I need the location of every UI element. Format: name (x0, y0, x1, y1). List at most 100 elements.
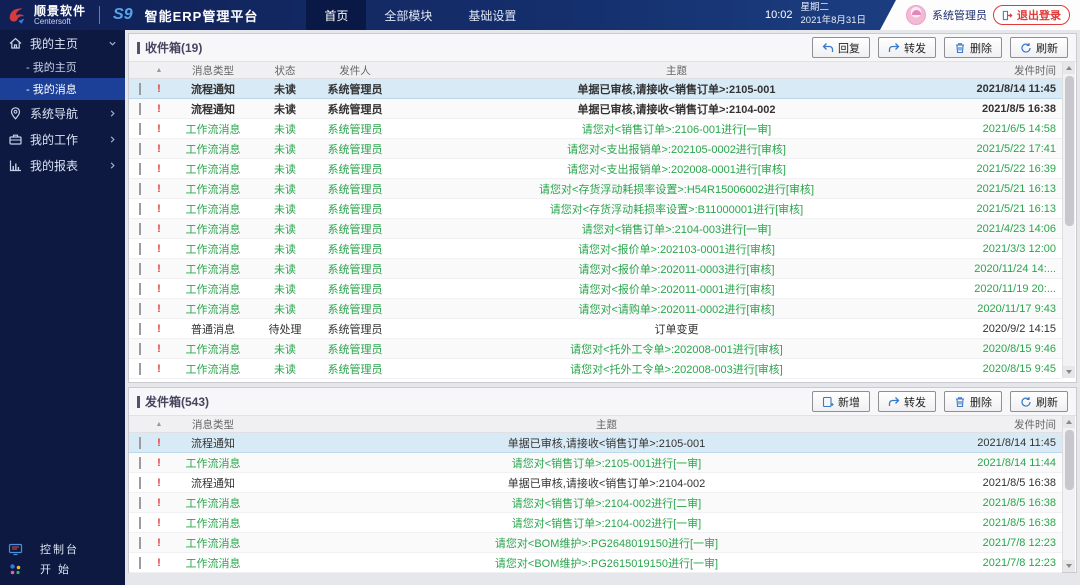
nav-tab-all-modules[interactable]: 全部模块 (366, 0, 450, 30)
priority-column-icon[interactable]: ▲ (151, 67, 167, 74)
row-checkbox[interactable] (139, 243, 141, 255)
message-date: 2021/8/5 16:38 (954, 103, 1062, 115)
scroll-down-arrow[interactable] (1063, 366, 1075, 378)
row-checkbox[interactable] (139, 537, 141, 549)
row-checkbox[interactable] (139, 477, 141, 489)
outbox-scrollbar[interactable] (1062, 416, 1075, 572)
message-date: 2020/9/2 14:15 (954, 323, 1062, 335)
scroll-up-arrow[interactable] (1063, 62, 1075, 74)
column-header-status[interactable]: 状态 (259, 63, 311, 78)
sidebar-subitem-my-messages[interactable]: - 我的消息 (0, 78, 125, 100)
scroll-up-arrow[interactable] (1063, 416, 1075, 428)
row-checkbox[interactable] (139, 517, 141, 529)
logout-icon (1002, 10, 1013, 21)
table-row[interactable]: ! 流程通知 单据已审核,请接收<销售订单>:2104-002 2021/8/5… (129, 473, 1062, 493)
reply-button[interactable]: 回复 (812, 37, 870, 58)
sidebar-item-system-navigation[interactable]: 系统导航 (0, 100, 125, 126)
row-checkbox[interactable] (139, 497, 141, 509)
row-checkbox[interactable] (139, 163, 141, 175)
row-checkbox[interactable] (139, 263, 141, 275)
table-row[interactable]: ! 工作流消息 未读 系统管理员 请您对<存货浮动耗损率设置>:H54R1500… (129, 179, 1062, 199)
message-sender: 系统管理员 (311, 121, 399, 137)
column-header-type[interactable]: 消息类型 (167, 63, 259, 78)
brand-name: 顺景软件 (34, 5, 86, 17)
table-row[interactable]: ! 工作流消息 未读 系统管理员 请您对<销售订单>:2106-001进行[一审… (129, 119, 1062, 139)
row-checkbox[interactable] (139, 303, 141, 315)
table-row[interactable]: ! 工作流消息 未读 系统管理员 请您对<销售订单>:2104-003进行[一审… (129, 219, 1062, 239)
nav-tab-home[interactable]: 首页 (306, 0, 366, 30)
row-checkbox[interactable] (139, 223, 141, 235)
table-row[interactable]: ! 工作流消息 未读 系统管理员 请您对<支出报销单>:202105-0002进… (129, 139, 1062, 159)
sidebar-subitem-my-home[interactable]: - 我的主页 (0, 56, 125, 78)
scroll-down-arrow[interactable] (1063, 560, 1075, 572)
refresh-button[interactable]: 刷新 (1010, 37, 1068, 58)
row-checkbox[interactable] (139, 183, 141, 195)
inbox-scrollbar[interactable] (1062, 62, 1075, 378)
delete-button[interactable]: 删除 (944, 37, 1002, 58)
table-row[interactable]: ! 流程通知 未读 系统管理员 单据已审核,请接收<销售订单>:2105-001… (129, 79, 1062, 99)
new-button[interactable]: 新增 (812, 391, 870, 412)
row-checkbox[interactable] (139, 283, 141, 295)
product-title: 智能ERP管理平台 (145, 6, 259, 25)
table-row[interactable]: ! 工作流消息 请您对<销售订单>:2105-001进行[一审] 2021/8/… (129, 453, 1062, 473)
row-checkbox[interactable] (139, 343, 141, 355)
table-row[interactable]: ! 工作流消息 请您对<BOM维护>:PG2648019150进行[一审] 20… (129, 533, 1062, 553)
table-row[interactable]: ! 工作流消息 未读 系统管理员 请您对<支出报销单>:202008-0001进… (129, 159, 1062, 179)
table-row[interactable]: ! 工作流消息 未读 系统管理员 请您对<请购单>:202011-0002进行[… (129, 299, 1062, 319)
row-checkbox[interactable] (139, 457, 141, 469)
column-header-subject[interactable]: 主题 (399, 63, 954, 78)
table-row[interactable]: ! 普通消息 待处理 系统管理员 订单变更 2020/9/2 14:15 (129, 319, 1062, 339)
message-status: 未读 (259, 141, 311, 157)
table-row[interactable]: ! 流程通知 单据已审核,请接收<销售订单>:2105-001 2021/8/1… (129, 433, 1062, 453)
logout-button[interactable]: 退出登录 (993, 5, 1070, 25)
start-button[interactable]: 开 始 (0, 559, 125, 579)
table-row[interactable]: ! 工作流消息 未读 系统管理员 请您对<托外工令单>:202008-003进行… (129, 359, 1062, 379)
priority-flag-icon: ! (151, 363, 167, 375)
scroll-thumb[interactable] (1065, 430, 1074, 490)
refresh-button[interactable]: 刷新 (1010, 391, 1068, 412)
table-row[interactable]: ! 工作流消息 未读 系统管理员 请您对<报价单>:202103-0001进行[… (129, 239, 1062, 259)
column-header-date[interactable]: 发件时间 (954, 63, 1062, 78)
row-checkbox[interactable] (139, 323, 141, 335)
sidebar-item-my-reports[interactable]: 我的报表 (0, 152, 125, 178)
nav-tab-basic-settings[interactable]: 基础设置 (450, 0, 534, 30)
column-header-subject[interactable]: 主题 (259, 417, 954, 432)
row-checkbox[interactable] (139, 557, 141, 569)
priority-flag-icon: ! (151, 263, 167, 275)
priority-column-icon[interactable]: ▲ (151, 421, 167, 428)
forward-button[interactable]: 转发 (878, 391, 936, 412)
message-subject: 请您对<BOM维护>:PG2615019150进行[一审] (259, 555, 954, 571)
column-header-sender[interactable]: 发件人 (311, 63, 399, 78)
row-checkbox[interactable] (139, 437, 141, 449)
table-row[interactable]: ! 工作流消息 请您对<BOM维护>:PG2615019150进行[一审] 20… (129, 553, 1062, 573)
table-row[interactable]: ! 工作流消息 请您对<销售订单>:2104-002进行[一审] 2021/8/… (129, 513, 1062, 533)
scroll-thumb[interactable] (1065, 76, 1074, 226)
forward-button[interactable]: 转发 (878, 37, 936, 58)
company-swirl-logo-icon (6, 4, 28, 26)
column-header-date[interactable]: 发件时间 (954, 417, 1062, 432)
delete-button[interactable]: 删除 (944, 391, 1002, 412)
row-checkbox[interactable] (139, 363, 141, 375)
title-accent-bar (137, 396, 140, 408)
table-row[interactable]: ! 工作流消息 未读 系统管理员 请您对<报价单>:202011-0003进行[… (129, 259, 1062, 279)
message-date: 2021/7/8 12:23 (954, 557, 1062, 569)
message-type: 工作流消息 (167, 341, 259, 357)
sidebar-item-my-home[interactable]: 我的主页 (0, 30, 125, 56)
row-checkbox[interactable] (139, 83, 141, 95)
table-row[interactable]: ! 工作流消息 未读 系统管理员 请您对<报价单>:202011-0001进行[… (129, 279, 1062, 299)
row-checkbox[interactable] (139, 203, 141, 215)
table-row[interactable]: ! 工作流消息 未读 系统管理员 请您对<托外工令单>:202008-001进行… (129, 339, 1062, 359)
message-date: 2021/4/23 14:06 (954, 223, 1062, 235)
table-row[interactable]: ! 流程通知 未读 系统管理员 单据已审核,请接收<销售订单>:2104-002… (129, 99, 1062, 119)
row-checkbox[interactable] (139, 123, 141, 135)
table-row[interactable]: ! 工作流消息 请您对<销售订单>:2104-002进行[二审] 2021/8/… (129, 493, 1062, 513)
row-checkbox[interactable] (139, 103, 141, 115)
user-avatar[interactable] (906, 5, 926, 25)
column-header-type[interactable]: 消息类型 (167, 417, 259, 432)
refresh-icon (1020, 42, 1032, 54)
table-row[interactable]: ! 工作流消息 未读 系统管理员 请您对<存货浮动耗损率设置>:B1100000… (129, 199, 1062, 219)
sidebar-item-my-work[interactable]: 我的工作 (0, 126, 125, 152)
console-button[interactable]: 控制台 (0, 539, 125, 559)
row-checkbox[interactable] (139, 143, 141, 155)
chevron-right-icon (108, 161, 117, 170)
